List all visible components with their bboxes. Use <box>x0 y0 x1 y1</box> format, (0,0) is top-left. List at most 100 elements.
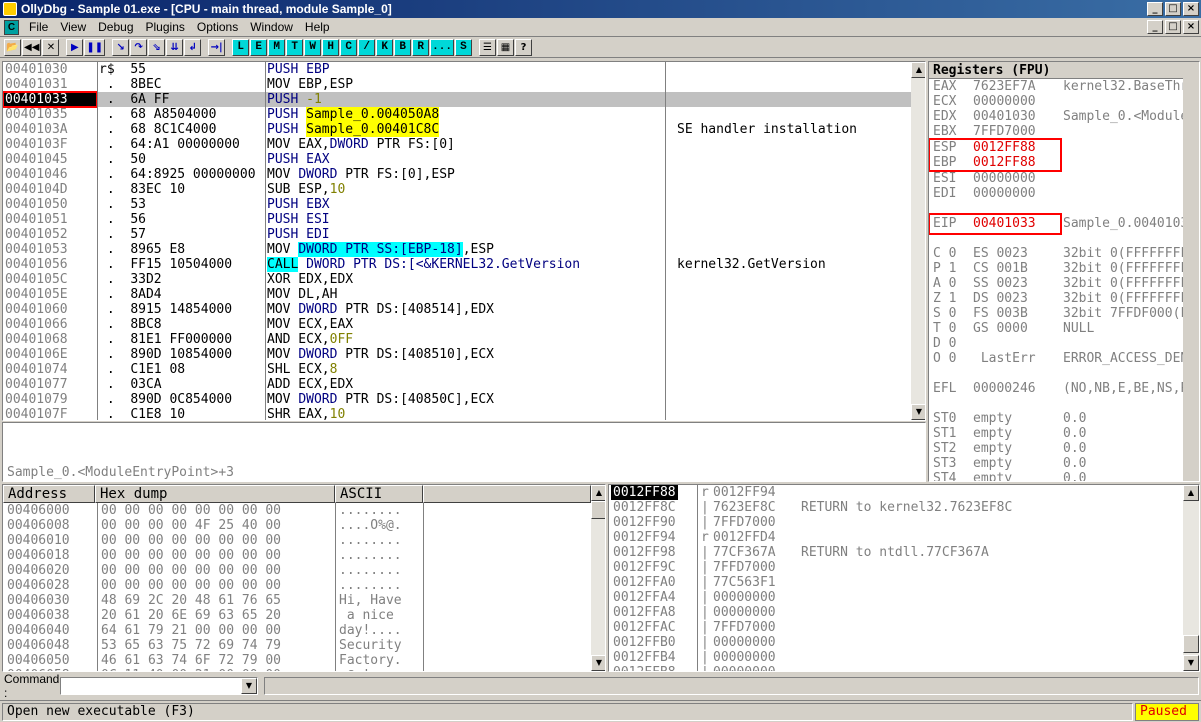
disasm-address[interactable]: 0040104D <box>5 182 95 197</box>
close-program-icon[interactable]: ✕ <box>42 39 60 56</box>
stack-row[interactable]: 0012FFB4 | 00000000 <box>609 650 1183 665</box>
register-value[interactable]: empty <box>973 456 1063 471</box>
stack-address[interactable]: 0012FF94 <box>611 530 678 545</box>
menu-window[interactable]: Window <box>244 20 299 34</box>
dump-scroll-up-icon[interactable]: ▲ <box>591 485 605 501</box>
dump-row[interactable]: 00406010 00 00 00 00 00 00 00 00........ <box>3 533 591 548</box>
stack-row[interactable]: 0012FFA4 | 00000000 <box>609 590 1183 605</box>
disasm-row[interactable]: 00401074 . C1E1 08 SHL ECX,8 <box>3 362 911 377</box>
stack-scroll-up-icon[interactable]: ▲ <box>1183 485 1199 501</box>
stack-value[interactable]: 0012FF94 <box>713 485 776 500</box>
disasm-address[interactable]: 00401060 <box>5 302 95 317</box>
register-value[interactable]: empty <box>973 441 1063 456</box>
register-line[interactable]: EAX 7623EF7Akernel32.BaseThreadInitThunk <box>929 79 1199 94</box>
stack-address[interactable]: 0012FFA4 <box>611 590 678 605</box>
disasm-row[interactable]: 0040105E . 8AD4 MOV DL,AH <box>3 287 911 302</box>
dump-scroll-down-icon[interactable]: ▼ <box>591 655 605 671</box>
disasm-address[interactable]: 00401050 <box>5 197 95 212</box>
dump-address[interactable]: 00406010 <box>7 533 70 548</box>
disasm-row[interactable]: 00401068 . 81E1 FF000000 AND ECX,0FF <box>3 332 911 347</box>
register-value[interactable]: 00000246 <box>973 381 1063 396</box>
stack-value[interactable]: 00000000 <box>713 635 776 650</box>
dump-ascii[interactable]: ........ <box>339 533 402 548</box>
minimize-button[interactable]: _ <box>1147 2 1163 16</box>
scroll-up-icon[interactable]: ▲ <box>911 62 925 78</box>
register-line[interactable]: Z 1 DS 0023 32bit 0(FFFFFFFF) <box>929 291 1199 306</box>
stack-row[interactable]: 0012FF9C | 7FFD7000 <box>609 560 1183 575</box>
disasm-address[interactable]: 00401053 <box>5 242 95 257</box>
menu-help[interactable]: Help <box>299 20 336 34</box>
register-value[interactable]: 0012FF88 <box>973 155 1063 170</box>
toolbar-window-12-button[interactable]: S <box>454 39 472 56</box>
stack-address[interactable]: 0012FFA8 <box>611 605 678 620</box>
register-line[interactable]: A 0 SS 0023 32bit 0(FFFFFFFF) <box>929 276 1199 291</box>
disasm-address[interactable]: 00401074 <box>5 362 95 377</box>
stack-row[interactable]: 0012FFA0 | 77C563F1 <box>609 575 1183 590</box>
register-value[interactable]: LastErr <box>973 351 1063 366</box>
toolbar-window-11-button[interactable]: ... <box>430 39 454 56</box>
stack-address[interactable]: 0012FFAC <box>611 620 678 635</box>
dump-ascii[interactable]: a nice <box>339 608 402 623</box>
stack-value[interactable]: 7FFD7000 <box>713 515 776 530</box>
help-icon[interactable]: ? <box>514 39 532 56</box>
disasm-address[interactable]: 0040103A <box>5 122 95 137</box>
toolbar-window-2-button[interactable]: M <box>268 39 286 56</box>
close-button[interactable]: × <box>1183 2 1199 16</box>
stack-row[interactable]: 0012FF90 | 7FFD7000 <box>609 515 1183 530</box>
dump-hex[interactable]: 64 61 79 21 00 00 00 00 <box>101 623 281 638</box>
register-value[interactable]: 0012FF88 <box>973 140 1063 155</box>
stack-row[interactable]: 0012FF94 r 0012FFD4 <box>609 530 1183 545</box>
dump-row[interactable]: 004060580C 11 40 00 21 00 00 00.@.!... <box>3 668 591 671</box>
restart-icon[interactable]: ◀◀ <box>22 39 42 56</box>
disasm-address[interactable]: 00401033 <box>3 91 98 108</box>
register-value[interactable]: ES 0023 <box>973 246 1063 261</box>
stack-row[interactable]: 0012FFA8 | 00000000 <box>609 605 1183 620</box>
dump-scroll-thumb[interactable] <box>591 501 605 519</box>
dump-ascii[interactable]: day!.... <box>339 623 402 638</box>
dump-scrollbar[interactable]: ▲ ▼ <box>591 485 605 671</box>
stack-address[interactable]: 0012FFB0 <box>611 635 678 650</box>
stack-row[interactable]: 0012FF88 r 0012FF94 <box>609 485 1183 500</box>
dump-ascii[interactable]: Factory. <box>339 653 402 668</box>
register-line[interactable]: ST4 empty 0.0 <box>929 471 1199 481</box>
register-line[interactable]: ST1 empty 0.0 <box>929 426 1199 441</box>
command-input[interactable]: ▼ <box>60 677 258 695</box>
register-line[interactable]: ST2 empty 0.0 <box>929 441 1199 456</box>
disasm-row[interactable]: 00401031 . 8BEC MOV EBP,ESP <box>3 77 911 92</box>
register-value[interactable]: GS 0000 <box>973 321 1063 336</box>
mdi-restore-button[interactable]: □ <box>1165 20 1181 34</box>
register-line[interactable]: ST3 empty 0.0 <box>929 456 1199 471</box>
toolbar-window-5-button[interactable]: H <box>322 39 340 56</box>
dump-hex[interactable]: 20 61 20 6E 69 63 65 20 <box>101 608 281 623</box>
stack-address[interactable]: 0012FF8C <box>611 500 678 515</box>
toolbar-window-1-button[interactable]: E <box>250 39 268 56</box>
stack-row[interactable]: 0012FF8C | 7623EF8C RETURN to kernel32.7623… <box>609 500 1183 515</box>
list-icon[interactable]: ☰ <box>478 39 496 56</box>
stack-address[interactable]: 0012FF9C <box>611 560 678 575</box>
stack-pane[interactable]: 0012FF88 r 0012FF94 0012FF8C | 7623EF8C RETURN… <box>608 484 1200 672</box>
dump-hex[interactable]: 00 00 00 00 00 00 00 00 <box>101 578 281 593</box>
disasm-row[interactable]: 00401066 . 8BC8 MOV ECX,EAX <box>3 317 911 332</box>
disasm-row[interactable]: 00401050 . 53 PUSH EBX <box>3 197 911 212</box>
stack-address[interactable]: 0012FF90 <box>611 515 678 530</box>
disasm-address[interactable]: 0040103F <box>5 137 95 152</box>
register-value[interactable]: DS 0023 <box>973 291 1063 306</box>
register-line[interactable]: C 0 ES 0023 32bit 0(FFFFFFFF) <box>929 246 1199 261</box>
register-value[interactable]: 00401030 <box>973 109 1063 124</box>
dump-address[interactable]: 00406030 <box>7 593 70 608</box>
register-line[interactable]: T 0 GS 0000 NULL <box>929 321 1199 336</box>
dump-row[interactable]: 00406038 20 61 20 6E 69 63 65 20 a nice <box>3 608 591 623</box>
dump-ascii[interactable]: .@.!... <box>339 668 394 671</box>
dump-address[interactable]: 00406040 <box>7 623 70 638</box>
stack-address[interactable]: 0012FFA0 <box>611 575 678 590</box>
registers-pane[interactable]: Registers (FPU) EAX 7623EF7A kernel32.Base… <box>928 61 1200 482</box>
dump-row[interactable]: 00406020 00 00 00 00 00 00 00 00........ <box>3 563 591 578</box>
register-line[interactable]: EFL 00000246(NO,NB,E,BE,NS,PE,GE,LE) <box>929 381 1199 396</box>
registers-scrollbar[interactable] <box>1183 62 1199 481</box>
dump-hex[interactable]: 48 69 2C 20 48 61 76 65 <box>101 593 281 608</box>
dump-hex[interactable]: 0C 11 40 00 21 00 00 00 <box>101 668 281 671</box>
pause-icon[interactable]: ❚❚ <box>84 39 106 56</box>
stack-value[interactable]: 7623EF8C <box>713 500 776 515</box>
disasm-row[interactable]: 00401046 . 64:8925 00000000 MOV DWORD PTR… <box>3 167 911 182</box>
register-value[interactable]: empty <box>973 411 1063 426</box>
